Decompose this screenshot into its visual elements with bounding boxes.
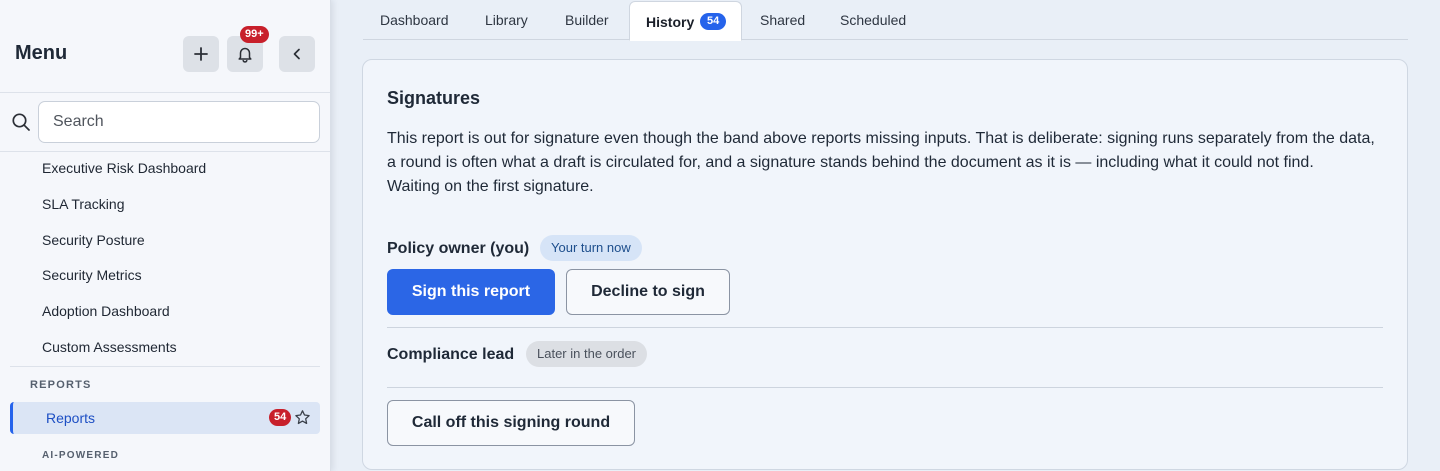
- tab-scheduled[interactable]: Scheduled: [840, 12, 906, 28]
- collapse-sidebar-button[interactable]: [279, 36, 315, 72]
- actions-divider: [387, 387, 1383, 388]
- tab-history[interactable]: History 54: [629, 1, 742, 41]
- notification-count-badge: 99+: [240, 26, 269, 43]
- signatures-waiting-status: Waiting on the first signature.: [387, 178, 594, 195]
- sign-report-button[interactable]: Sign this report: [387, 269, 555, 315]
- plus-icon: [194, 47, 208, 61]
- chevron-left-icon: [293, 48, 300, 60]
- tab-history-label: History: [646, 14, 695, 30]
- tab-library[interactable]: Library: [485, 12, 528, 28]
- menu-header: Menu 99+: [0, 0, 330, 93]
- status-badge: Your turn now: [540, 235, 642, 261]
- section-divider: [10, 366, 320, 367]
- signatures-explanation: This report is out for signature even th…: [387, 130, 1375, 171]
- add-button[interactable]: [183, 36, 219, 72]
- star-icon[interactable]: [294, 409, 311, 426]
- tab-builder[interactable]: Builder: [565, 12, 609, 28]
- reports-count-badge: 54: [269, 409, 292, 426]
- sidebar-item-adoption-dashboard[interactable]: Adoption Dashboard: [42, 303, 170, 319]
- search-icon: [12, 113, 30, 131]
- history-count-badge: 54: [700, 13, 727, 30]
- bell-icon: [238, 47, 252, 63]
- signatures-description: This report is out for signature even th…: [387, 127, 1387, 199]
- signatures-card: Signatures This report is out for signat…: [362, 59, 1408, 470]
- signer-name: Policy owner (you): [387, 240, 530, 257]
- tab-shared[interactable]: Shared: [760, 12, 805, 28]
- section-label-ai-powered: AI-POWERED: [42, 450, 119, 461]
- sidebar-item-executive-risk-dashboard[interactable]: Executive Risk Dashboard: [42, 160, 206, 176]
- decline-sign-button[interactable]: Decline to sign: [566, 269, 730, 315]
- sidebar-item-label: Reports: [46, 410, 96, 426]
- signer-name: Compliance lead: [387, 346, 515, 363]
- sidebar-item-security-posture[interactable]: Security Posture: [42, 232, 145, 248]
- sidebar: Menu 99+ Executive Risk Dashboard SLA Tr…: [0, 0, 331, 471]
- tab-dashboard[interactable]: Dashboard: [380, 12, 449, 28]
- tab-bar: Dashboard Library Builder History 54 Sha…: [363, 0, 1408, 41]
- status-badge: Later in the order: [526, 341, 648, 367]
- search-input[interactable]: [38, 101, 320, 143]
- sidebar-item-custom-assessments[interactable]: Custom Assessments: [42, 339, 177, 355]
- sidebar-item-reports[interactable]: Reports 54: [10, 402, 320, 434]
- signatures-title: Signatures: [387, 88, 481, 108]
- signer-divider: [387, 327, 1383, 328]
- section-label-reports: REPORTS: [30, 379, 92, 391]
- sidebar-item-sla-tracking[interactable]: SLA Tracking: [42, 196, 125, 212]
- menu-title: Menu: [15, 42, 68, 64]
- search-row: [0, 93, 330, 152]
- call-off-signing-button[interactable]: Call off this signing round: [387, 400, 635, 446]
- sidebar-item-security-metrics[interactable]: Security Metrics: [42, 267, 142, 283]
